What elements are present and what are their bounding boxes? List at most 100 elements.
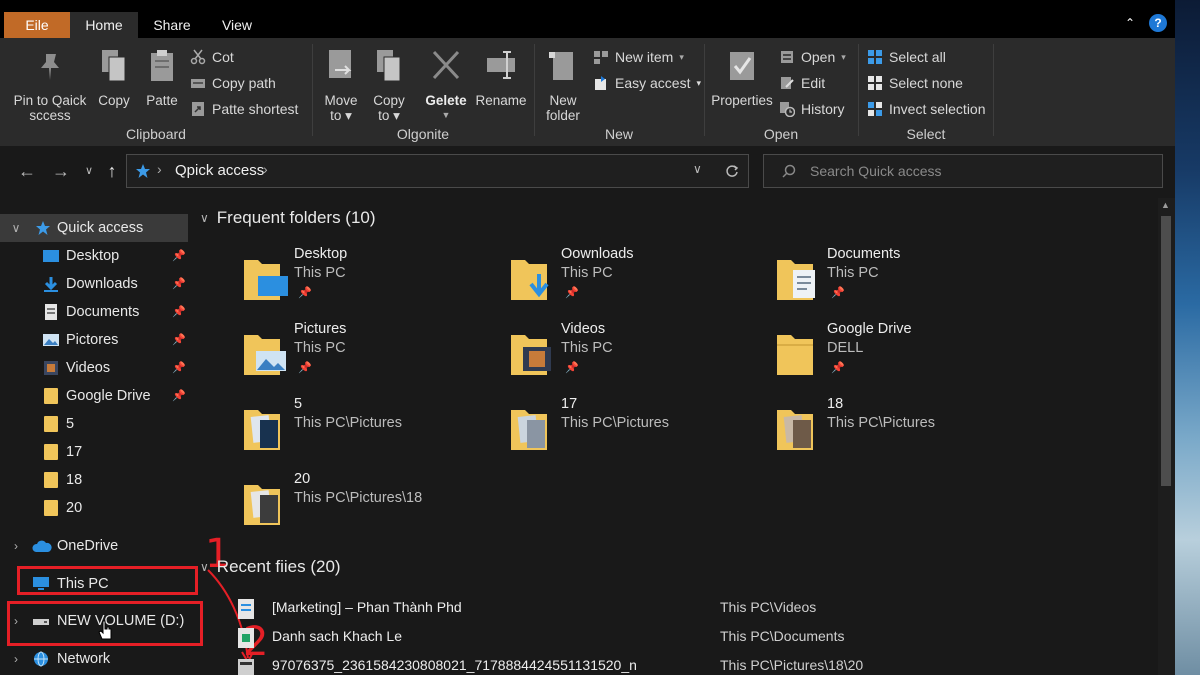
folder-name: Oownloads: [561, 246, 634, 262]
folder-location: This PC: [561, 265, 613, 281]
address-dropdown-icon[interactable]: ∨: [693, 162, 702, 176]
folder-tile-downloads[interactable]: Oownloads This PC 📌: [509, 246, 769, 316]
copy-button[interactable]: Copy: [94, 48, 134, 108]
folder-tile-documents[interactable]: Documents This PC 📌: [775, 246, 1035, 316]
easy-access-button[interactable]: Easy accest ▾: [593, 72, 701, 94]
desktop-folder-icon: [43, 250, 59, 262]
breadcrumb-quick-access[interactable]: Qpick access: [175, 162, 264, 179]
copy-to-button[interactable]: Copy to ▾: [369, 48, 409, 123]
tab-file[interactable]: Eile: [4, 12, 70, 38]
scroll-up-arrow-icon[interactable]: ▲: [1161, 200, 1170, 210]
new-item-button[interactable]: New item ▾: [593, 46, 684, 68]
file-path: This PC\Pictures\18\20: [720, 657, 864, 673]
sidebar-item-onedrive[interactable]: › OneDrive: [0, 532, 188, 560]
folder-tile-18[interactable]: 18 This PC\Pictures: [775, 396, 1035, 466]
edit-button[interactable]: Edit: [779, 72, 825, 94]
invert-selection-button[interactable]: Invect selection: [867, 98, 986, 120]
folder-tile-pictures[interactable]: Pictures This PC 📌: [242, 321, 502, 391]
rename-label: Rename: [475, 93, 527, 108]
paste-shortcut-button[interactable]: Patte shortest: [190, 98, 298, 120]
folder-location: This PC: [561, 340, 613, 356]
sidebar-item-downloads[interactable]: Downloads 📌: [0, 270, 188, 298]
sidebar-item-desktop[interactable]: Desktop 📌: [0, 242, 188, 270]
folder-location: This PC\Pictures: [827, 415, 935, 431]
pin-icon[interactable]: 📌: [172, 333, 186, 347]
scrollbar-thumb[interactable]: [1161, 216, 1171, 486]
tab-share[interactable]: Share: [142, 12, 202, 38]
move-to-button[interactable]: Move to ▾: [319, 48, 363, 123]
sidebar-item-network[interactable]: › Network: [0, 645, 188, 673]
sidebar-item-folder-18[interactable]: 18: [0, 466, 188, 494]
refresh-icon[interactable]: [725, 164, 739, 178]
select-none-icon: [868, 76, 882, 90]
forward-arrow-icon[interactable]: →: [50, 160, 72, 182]
open-button[interactable]: Open ▾: [779, 46, 846, 68]
folder-location: This PC\Pictures: [561, 415, 669, 431]
sidebar-item-quick-access[interactable]: ∨ Quick access: [0, 214, 188, 242]
pin-icon: 📌: [565, 362, 579, 374]
cut-button[interactable]: Cot: [190, 46, 234, 68]
sidebar-item-folder-17[interactable]: 17: [0, 438, 188, 466]
expanded-chevron-icon[interactable]: ∨: [10, 221, 22, 235]
pin-icon[interactable]: 📌: [172, 361, 186, 375]
paste-button[interactable]: Patte: [142, 48, 182, 108]
spreadsheet-file-icon: [238, 628, 254, 648]
folder-tile-google-drive[interactable]: Google Drive DELL 📌: [775, 321, 1035, 391]
folder-location: This PC: [294, 340, 346, 356]
copy-path-button[interactable]: Copy path: [190, 72, 276, 94]
folder-tile-20[interactable]: 20 This PC\Pictures\18: [242, 471, 502, 541]
breadcrumb-chevron-icon[interactable]: ›: [157, 161, 162, 177]
sidebar-item-label: Documents: [66, 304, 140, 320]
sidebar-item-folder-5[interactable]: 5: [0, 410, 188, 438]
tab-home[interactable]: Home: [70, 12, 138, 38]
select-none-button[interactable]: Select none: [867, 72, 963, 94]
organize-group-label: Olgonite: [396, 126, 450, 142]
pin-icon[interactable]: 📌: [172, 249, 186, 263]
recent-locations-chevron-icon[interactable]: ∨: [78, 160, 100, 182]
pin-icon[interactable]: 📌: [172, 389, 186, 403]
tab-view[interactable]: View: [206, 12, 268, 38]
folder-tile-videos[interactable]: Videos This PC 📌: [509, 321, 769, 391]
recent-file-row[interactable]: [Marketing] – Phan Thành Phd This PC\Vid…: [232, 594, 1132, 622]
frequent-folders-header[interactable]: ∨ Frequent folders (10): [200, 208, 376, 228]
sidebar-item-google-drive[interactable]: Google Drive 📌: [0, 382, 188, 410]
folder-tile-5[interactable]: 5 This PC\Pictures: [242, 396, 502, 466]
search-input[interactable]: Search Quick access: [763, 154, 1163, 188]
folder-tile-desktop[interactable]: Desktop This PC 📌: [242, 246, 502, 316]
minimize-ribbon-icon[interactable]: ⌃: [1123, 16, 1137, 30]
pictures-folder-icon: [244, 335, 286, 375]
sidebar-item-pictures[interactable]: Pictores 📌: [0, 326, 188, 354]
folder-tile-17[interactable]: 17 This PC\Pictures: [509, 396, 769, 466]
rename-button[interactable]: Rename: [473, 48, 529, 108]
cloud-icon: [32, 540, 52, 552]
recent-files-header[interactable]: ∨ Recent fiies (20): [200, 557, 341, 577]
new-folder-icon: [549, 52, 573, 80]
history-button[interactable]: History: [779, 98, 845, 120]
new-folder-button[interactable]: New folder: [541, 48, 585, 123]
sidebar-item-videos[interactable]: Videos 📌: [0, 354, 188, 382]
pin-icon[interactable]: 📌: [172, 305, 186, 319]
breadcrumb-chevron-icon[interactable]: ›: [263, 161, 268, 177]
sidebar-item-folder-20[interactable]: 20: [0, 494, 188, 522]
sidebar-item-documents[interactable]: Documents 📌: [0, 298, 188, 326]
network-globe-icon: [34, 651, 48, 667]
scissors-icon: [190, 49, 206, 65]
collapsed-chevron-icon[interactable]: ›: [10, 539, 22, 553]
properties-button[interactable]: Properties: [709, 48, 775, 108]
select-all-button[interactable]: Select all: [867, 46, 946, 68]
delete-button[interactable]: Gelete ▼: [423, 48, 469, 123]
recent-file-row[interactable]: Danh sach Khach Le This PC\Documents: [232, 623, 1132, 651]
delete-dropdown-icon[interactable]: ▼: [423, 108, 469, 123]
collapsed-chevron-icon[interactable]: ›: [10, 652, 22, 666]
tabbar-controls: ⌃ ?: [1123, 14, 1167, 32]
folder-thumbnail-icon: [244, 485, 280, 525]
pin-to-quick-access-button[interactable]: Pin to Qaick sccess: [8, 48, 92, 123]
up-arrow-icon[interactable]: ↑: [101, 160, 123, 182]
help-icon[interactable]: ?: [1149, 14, 1167, 32]
vertical-scrollbar[interactable]: ▲: [1158, 198, 1175, 675]
downloads-folder-icon: [511, 260, 549, 300]
recent-file-row[interactable]: 97076375_2361584230808021_71788844245511…: [232, 652, 1132, 675]
address-bar[interactable]: › Qpick access › ∨: [126, 154, 749, 188]
back-arrow-icon[interactable]: ←: [16, 160, 38, 182]
pin-icon[interactable]: 📌: [172, 277, 186, 291]
